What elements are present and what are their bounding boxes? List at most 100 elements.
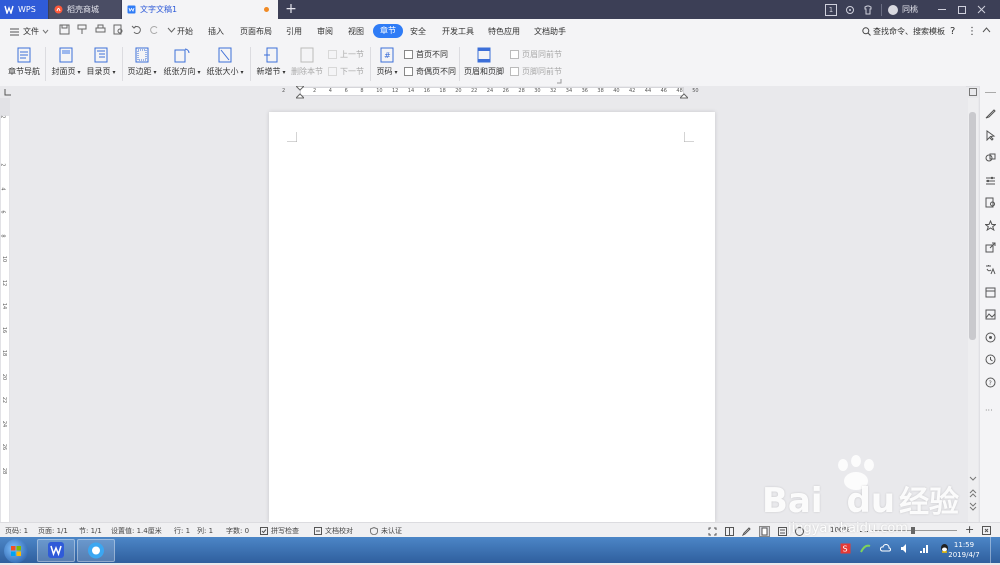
first-page-different-checkbox[interactable]: 首页不同 bbox=[404, 49, 448, 60]
menu-special-apps[interactable]: 特色应用 bbox=[488, 25, 520, 38]
footer-same-as-prev-checkbox[interactable]: 页脚同前节 bbox=[510, 66, 562, 77]
next-section-button[interactable]: 下一节 bbox=[328, 66, 364, 77]
more-icon[interactable]: ··· bbox=[985, 406, 997, 415]
file-menu[interactable]: 文件 bbox=[10, 25, 49, 38]
tab-document[interactable]: 文字文稿1 bbox=[122, 0, 278, 19]
status-pages[interactable]: 页面: 1/1 bbox=[38, 526, 68, 536]
menu-view[interactable]: 视图 bbox=[348, 25, 364, 38]
ruler-number: 20 bbox=[455, 88, 462, 94]
minimize-button[interactable] bbox=[938, 9, 946, 10]
document-box-icon[interactable] bbox=[985, 287, 996, 298]
status-section[interactable]: 节: 1/1 bbox=[79, 526, 102, 536]
menu-review[interactable]: 审阅 bbox=[317, 25, 333, 38]
ruler-number: 40 bbox=[613, 88, 620, 94]
help-button[interactable]: ? bbox=[950, 25, 955, 38]
menu-insert[interactable]: 插入 bbox=[208, 25, 224, 38]
redo-icon[interactable] bbox=[149, 24, 160, 35]
menu-doc-assistant[interactable]: 文档助手 bbox=[534, 25, 566, 38]
format-painter-icon[interactable] bbox=[77, 24, 88, 35]
toc-page-button[interactable]: 目录页 ▾ bbox=[85, 47, 117, 77]
paper-size-button[interactable]: 纸张大小 ▾ bbox=[206, 47, 244, 77]
menu-home[interactable]: 开始 bbox=[177, 25, 193, 38]
auth-status[interactable]: 未认证 bbox=[370, 526, 402, 536]
location-icon[interactable] bbox=[985, 332, 996, 343]
odd-even-different-checkbox[interactable]: 奇偶页不同 bbox=[404, 66, 456, 77]
status-row[interactable]: 行: 1 bbox=[174, 526, 190, 536]
spell-check-button[interactable]: 拼写检查 bbox=[260, 526, 299, 536]
watermark-brand: Bai du 经验 bbox=[762, 477, 959, 521]
print-icon[interactable] bbox=[95, 24, 106, 35]
cover-page-button[interactable]: 封面页 ▾ bbox=[50, 47, 82, 77]
ruler-number: 6 bbox=[344, 88, 348, 94]
star-icon[interactable] bbox=[985, 220, 996, 231]
sidebar-handle[interactable] bbox=[985, 92, 996, 93]
save-icon[interactable] bbox=[59, 24, 70, 35]
prev-section-icon bbox=[328, 50, 337, 59]
taskbar-browser-app[interactable] bbox=[77, 539, 115, 562]
ruler-corner[interactable] bbox=[0, 86, 16, 98]
adjust-sliders-icon[interactable] bbox=[985, 175, 996, 186]
undo-icon[interactable] bbox=[131, 24, 142, 35]
share-icon[interactable] bbox=[985, 242, 996, 253]
shirt-skin-icon[interactable] bbox=[863, 5, 873, 15]
new-tab-button[interactable]: + bbox=[283, 0, 299, 19]
prev-section-button[interactable]: 上一节 bbox=[328, 49, 364, 60]
clock-date: 2019/4/7 bbox=[948, 551, 980, 559]
indent-marker-icon[interactable] bbox=[296, 86, 304, 99]
help-circle-icon[interactable]: ? bbox=[985, 377, 996, 388]
right-indent-marker-icon[interactable] bbox=[680, 86, 688, 99]
status-column[interactable]: 列: 1 bbox=[197, 526, 213, 536]
scroll-up-icon[interactable] bbox=[969, 88, 977, 96]
new-section-button[interactable]: 新增节 ▾ bbox=[255, 47, 287, 77]
menu-page-layout[interactable]: 页面布局 bbox=[240, 25, 272, 38]
shapes-icon[interactable] bbox=[985, 152, 996, 163]
taskbar-wps-app[interactable] bbox=[37, 539, 75, 562]
reading-mode-icon[interactable] bbox=[725, 527, 734, 536]
history-clock-icon[interactable] bbox=[985, 354, 996, 365]
dialog-launcher-icon[interactable] bbox=[557, 79, 562, 84]
badge-count[interactable]: 1 bbox=[825, 3, 837, 16]
avatar[interactable] bbox=[888, 4, 898, 15]
header-same-as-prev-checkbox[interactable]: 页眉同前节 bbox=[510, 49, 562, 60]
menu-references[interactable]: 引用 bbox=[286, 25, 302, 38]
image-icon[interactable] bbox=[985, 309, 996, 320]
scrollbar-thumb[interactable] bbox=[969, 112, 976, 340]
doc-search-icon[interactable] bbox=[985, 197, 996, 208]
margins-button[interactable]: 页边距 ▾ bbox=[126, 47, 158, 77]
tab-wps[interactable]: WPS bbox=[0, 0, 48, 19]
menu-developer[interactable]: 开发工具 bbox=[442, 25, 474, 38]
delete-section-button[interactable]: 删除本节 bbox=[291, 47, 323, 77]
ruler-number: 8 bbox=[0, 233, 6, 238]
pen-icon[interactable] bbox=[985, 108, 996, 119]
status-setting-value[interactable]: 设置值: 1.4厘米 bbox=[111, 526, 162, 536]
restore-button[interactable] bbox=[958, 5, 966, 14]
more-options-icon[interactable]: ⋮ bbox=[967, 25, 977, 38]
print-preview-icon[interactable] bbox=[113, 24, 124, 35]
fullscreen-icon[interactable] bbox=[708, 527, 717, 536]
header-footer-button[interactable]: 页眉和页脚 bbox=[464, 47, 504, 77]
edit-mode-icon[interactable] bbox=[742, 527, 751, 536]
checkbox-box bbox=[510, 50, 519, 59]
cursor-select-icon[interactable] bbox=[985, 130, 996, 141]
collapse-ribbon-icon[interactable] bbox=[982, 27, 991, 33]
orientation-button[interactable]: 纸张方向 ▾ bbox=[163, 47, 201, 77]
orientation-label: 纸张方向 bbox=[163, 67, 196, 76]
shield-icon bbox=[370, 527, 378, 535]
close-icon[interactable] bbox=[977, 5, 986, 14]
menu-security[interactable]: 安全 bbox=[410, 25, 426, 38]
start-button[interactable] bbox=[4, 539, 28, 563]
header-footer-label: 页眉和页脚 bbox=[464, 67, 504, 76]
doc-proof-button[interactable]: 文档校对 bbox=[314, 526, 353, 536]
status-page-number[interactable]: 页码: 1 bbox=[5, 526, 28, 536]
document-page[interactable] bbox=[269, 112, 715, 522]
grid-icon[interactable] bbox=[845, 5, 855, 15]
tab-daoke-mall[interactable]: 稻壳商城 bbox=[49, 0, 121, 19]
menu-chapter[interactable]: 章节 bbox=[373, 24, 403, 38]
translate-icon[interactable] bbox=[985, 264, 996, 275]
status-word-count[interactable]: 字数: 0 bbox=[226, 526, 249, 536]
customize-toolbar-icon[interactable] bbox=[167, 24, 176, 35]
command-search[interactable]: 查找命令、搜索模板 bbox=[862, 25, 945, 38]
chapter-nav-button[interactable]: 章节导航 bbox=[7, 47, 41, 77]
page-number-button[interactable]: # 页码 ▾ bbox=[374, 47, 400, 77]
user-name[interactable]: 同桃 bbox=[902, 4, 918, 15]
